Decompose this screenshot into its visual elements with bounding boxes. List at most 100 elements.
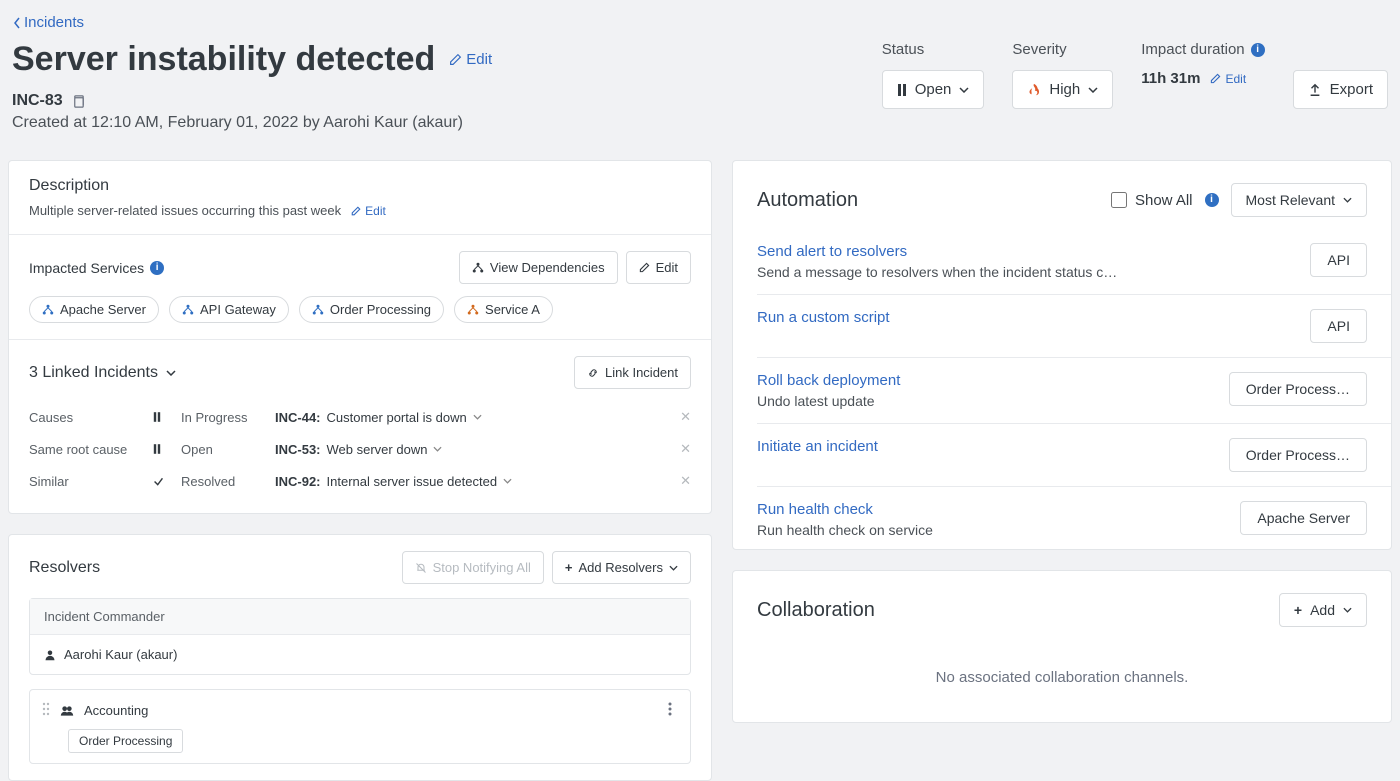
impact-label: Impact duration i: [1141, 41, 1264, 58]
automation-name-link[interactable]: Run a custom script: [757, 309, 1298, 326]
linked-incident-link[interactable]: INC-92: Internal server issue detected: [275, 474, 667, 489]
export-button[interactable]: Export: [1293, 70, 1388, 109]
group-menu-button[interactable]: [662, 700, 678, 721]
export-icon: [1308, 83, 1322, 97]
created-line: Created at 12:10 AM, February 01, 2022 b…: [12, 114, 882, 132]
breadcrumb-label: Incidents: [24, 14, 84, 31]
impacted-edit-button[interactable]: Edit: [626, 251, 691, 284]
drag-handle[interactable]: [42, 702, 50, 719]
commander-label: Incident Commander: [30, 599, 690, 635]
service-chip[interactable]: Service A: [454, 296, 553, 323]
automation-card: Automation Show All i Most Relevant Sen: [732, 160, 1392, 550]
relation-label: Same root cause: [29, 442, 149, 457]
chevron-down-icon: [433, 446, 442, 452]
automation-desc: Run health check on service: [757, 522, 1177, 538]
show-all-checkbox[interactable]: Show All: [1111, 192, 1193, 209]
unlink-button[interactable]: ✕: [671, 409, 691, 425]
tree-icon: [312, 304, 324, 316]
description-edit-link[interactable]: Edit: [351, 204, 386, 218]
breadcrumb-incidents[interactable]: Incidents: [8, 8, 88, 41]
resolvers-card: Resolvers Stop Notifying All + Add Resol…: [8, 534, 712, 781]
automation-name-link[interactable]: Roll back deployment: [757, 372, 1217, 389]
user-icon: [44, 649, 56, 661]
page-title: Server instability detected: [12, 41, 435, 78]
status-icon: [153, 476, 177, 487]
automation-item: Roll back deploymentUndo latest updateOr…: [757, 358, 1391, 424]
export-label: Export: [1330, 81, 1373, 98]
edit-label: Edit: [1225, 72, 1246, 86]
status-label: Status: [882, 41, 985, 58]
collaboration-empty-text: No associated collaboration channels.: [733, 641, 1391, 722]
info-icon[interactable]: i: [1251, 43, 1265, 57]
pencil-icon: [449, 53, 462, 66]
bell-off-icon: [415, 562, 427, 574]
caret-down-icon: [1343, 607, 1352, 613]
info-icon[interactable]: i: [150, 261, 164, 275]
caret-down-icon: [669, 565, 678, 571]
title-edit-link[interactable]: Edit: [449, 51, 492, 68]
pencil-icon: [1210, 73, 1221, 84]
pencil-icon: [351, 206, 361, 216]
linked-incident-row: Same root cause Open INC-53: Web server do…: [29, 433, 691, 465]
severity-select[interactable]: High: [1012, 70, 1113, 109]
linked-incident-row: SimilarResolvedINC-92: Internal server i…: [29, 465, 691, 497]
chevron-left-icon: [12, 17, 22, 29]
link-icon: [587, 367, 599, 379]
status-select[interactable]: Open: [882, 70, 985, 109]
description-text: Multiple server-related issues occurring…: [29, 203, 341, 218]
collaboration-title: Collaboration: [757, 599, 875, 622]
linked-incident-link[interactable]: INC-53: Web server down: [275, 442, 667, 457]
automation-name-link[interactable]: Run health check: [757, 501, 1228, 518]
automation-tag[interactable]: API: [1310, 309, 1367, 343]
resolvers-title: Resolvers: [29, 559, 100, 577]
impacted-title: Impacted Services: [29, 260, 144, 276]
automation-desc: Send a message to resolvers when the inc…: [757, 264, 1177, 280]
unlink-button[interactable]: ✕: [671, 441, 691, 457]
pencil-icon: [639, 262, 650, 273]
automation-item: Send alert to resolvers Send a message to…: [757, 229, 1391, 295]
stop-notifying-button[interactable]: Stop Notifying All: [402, 551, 544, 584]
severity-label: Severity: [1012, 41, 1113, 58]
automation-tag[interactable]: API: [1310, 243, 1367, 277]
impact-value: 11h 31m: [1141, 70, 1200, 87]
severity-value: High: [1049, 81, 1080, 98]
add-resolvers-button[interactable]: + Add Resolvers: [552, 551, 691, 584]
info-icon[interactable]: i: [1205, 193, 1219, 207]
automation-name-link[interactable]: Initiate an incident: [757, 438, 1217, 455]
caret-down-icon: [959, 87, 969, 93]
automation-item: Run health check Run health check on serv…: [757, 487, 1391, 549]
incident-commander-box: Incident Commander Aarohi Kaur (akaur): [29, 598, 691, 675]
relation-label: Causes: [29, 410, 149, 425]
resolver-group-box: Accounting Order Processing: [29, 689, 691, 764]
caret-down-icon: [1088, 87, 1098, 93]
status-icon: [153, 412, 177, 422]
automation-tag[interactable]: Order Process…: [1229, 372, 1367, 406]
collaboration-card: Collaboration + Add No associated collab…: [732, 570, 1392, 723]
service-chip[interactable]: API Gateway: [169, 296, 289, 323]
chevron-down-icon: [503, 478, 512, 484]
service-chip[interactable]: Order Processing: [299, 296, 444, 323]
collaboration-add-button[interactable]: + Add: [1279, 593, 1367, 627]
group-name: Accounting: [84, 703, 148, 718]
automation-name-link[interactable]: Send alert to resolvers: [757, 243, 1298, 260]
automation-tag[interactable]: Apache Server: [1240, 501, 1367, 535]
copy-icon[interactable]: [71, 94, 86, 109]
tree-icon: [42, 304, 54, 316]
tree-icon: [182, 304, 194, 316]
impact-edit-link[interactable]: Edit: [1210, 72, 1246, 86]
link-incident-button[interactable]: Link Incident: [574, 356, 691, 389]
automation-tag[interactable]: Order Process…: [1229, 438, 1367, 472]
linked-incident-link[interactable]: INC-44: Customer portal is down: [275, 410, 667, 425]
linked-incidents-toggle[interactable]: 3 Linked Incidents: [29, 364, 176, 382]
relation-label: Similar: [29, 474, 149, 489]
tree-icon: [472, 262, 484, 274]
view-dependencies-button[interactable]: View Dependencies: [459, 251, 618, 284]
status-value: Open: [915, 81, 952, 98]
unlink-button[interactable]: ✕: [671, 473, 691, 489]
automation-sort-select[interactable]: Most Relevant: [1231, 183, 1367, 217]
pause-icon: [897, 84, 907, 96]
service-chip[interactable]: Apache Server: [29, 296, 159, 323]
group-tag[interactable]: Order Processing: [68, 729, 183, 753]
status-label: Open: [181, 442, 271, 457]
linked-incident-row: CausesIn ProgressINC-44: Customer portal…: [29, 401, 691, 433]
